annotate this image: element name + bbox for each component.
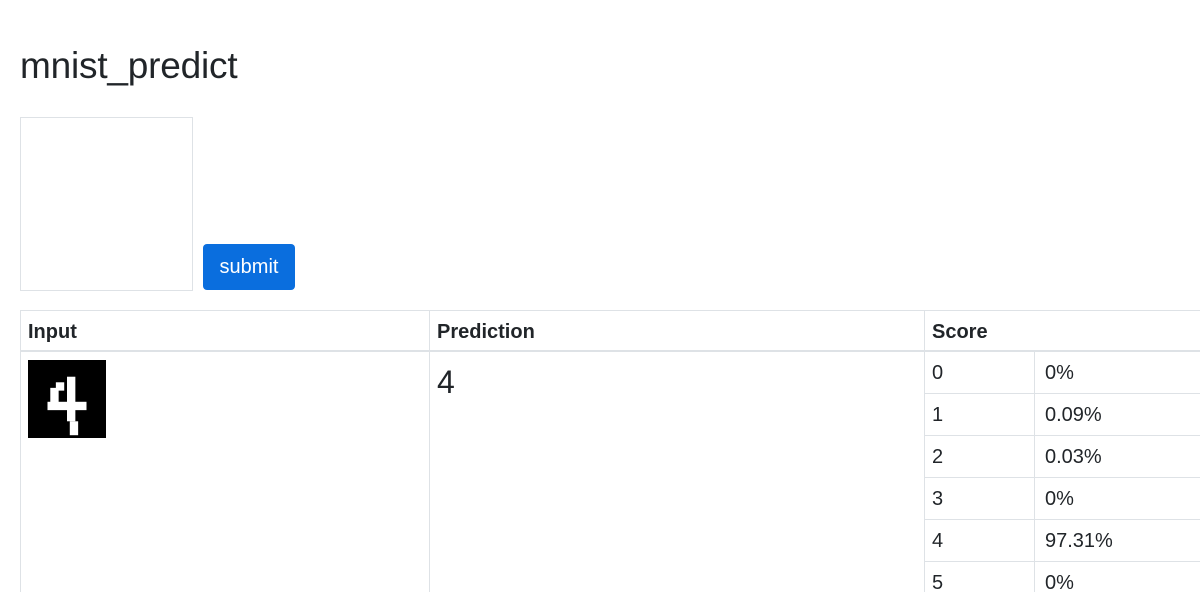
submit-button[interactable]: submit [203, 244, 295, 290]
score-value: 0% [1034, 562, 1200, 592]
score-value: 0% [1034, 352, 1200, 394]
score-row: 0 0% [925, 352, 1200, 394]
input-digit-image [28, 360, 106, 438]
input-cell [20, 352, 430, 592]
score-row: 1 0.09% [925, 394, 1200, 436]
score-digit: 0 [932, 362, 944, 384]
header-score: Score [924, 310, 1200, 352]
page: mnist_predict submit Input Prediction Sc… [0, 0, 1200, 592]
header-input: Input [20, 310, 430, 352]
results-table: Input Prediction Score 4 0 0% 1 0.09% 2 … [20, 310, 1200, 592]
prediction-cell: 4 [429, 352, 925, 592]
page-title: mnist_predict [20, 45, 238, 86]
score-row: 2 0.03% [925, 436, 1200, 478]
score-cell: 0 0% 1 0.09% 2 0.03% 3 0% 4 97.31% 5 0% [924, 352, 1200, 592]
score-row: 3 0% [925, 478, 1200, 520]
score-digit: 2 [932, 446, 944, 468]
score-digit: 5 [932, 572, 944, 592]
drawing-canvas[interactable] [20, 117, 193, 291]
score-digit: 3 [932, 488, 944, 510]
score-digit: 4 [932, 530, 944, 552]
score-row: 5 0% [925, 562, 1200, 592]
header-prediction: Prediction [429, 310, 925, 352]
score-value: 0.03% [1034, 436, 1200, 478]
prediction-value: 4 [437, 364, 455, 400]
score-digit: 1 [932, 404, 944, 426]
score-value: 0% [1034, 478, 1200, 520]
score-row: 4 97.31% [925, 520, 1200, 562]
score-value: 97.31% [1034, 520, 1200, 562]
score-value: 0.09% [1034, 394, 1200, 436]
